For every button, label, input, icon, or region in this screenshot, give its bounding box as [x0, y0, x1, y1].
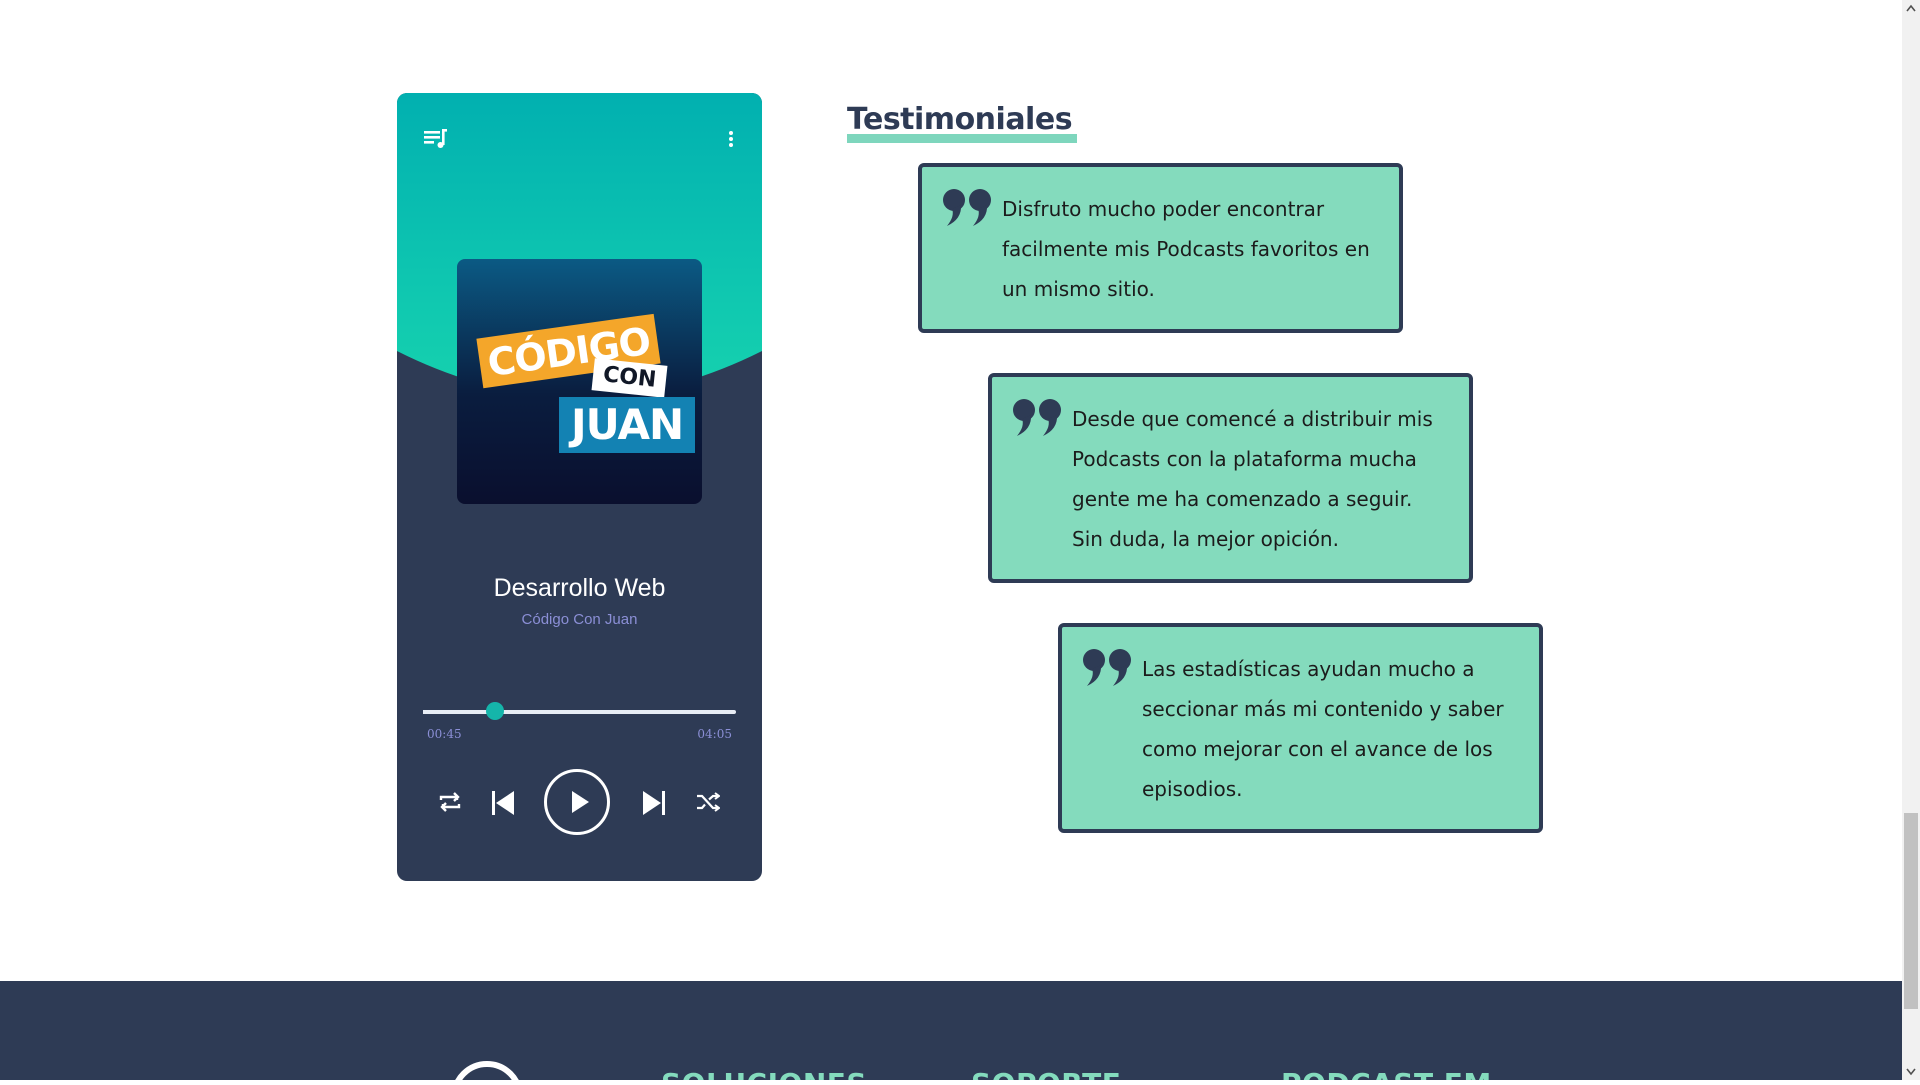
quote-icon [1083, 649, 1131, 686]
scrollbar-thumb[interactable] [1904, 813, 1918, 1009]
progress-bar[interactable] [423, 702, 736, 720]
scroll-down-arrow-icon[interactable] [1902, 1063, 1920, 1080]
podcast-player-mockup: CÓDIGO CON JUAN Desarrollo Web Código Co… [397, 93, 762, 881]
testimonial-text: Desde que comencé a distribuir mis Podca… [1072, 407, 1433, 551]
shuffle-icon[interactable] [696, 792, 721, 812]
vertical-scrollbar[interactable] [1902, 0, 1920, 1080]
page: CÓDIGO CON JUAN Desarrollo Web Código Co… [0, 0, 1902, 1080]
current-time: 00:45 [427, 727, 462, 741]
album-cover: CÓDIGO CON JUAN [457, 259, 702, 504]
cover-logo-word-con: CON [591, 358, 668, 398]
skip-previous-icon[interactable] [491, 790, 515, 816]
cover-logo-word-juan: JUAN [559, 397, 696, 453]
play-icon [572, 791, 589, 813]
track-title: Desarrollo Web [493, 574, 666, 602]
play-button[interactable] [544, 769, 610, 835]
footer-heading-soporte: SOPORTE [971, 1067, 1121, 1080]
footer: SOLUCIONES SOPORTE PODCAST FM [0, 981, 1902, 1080]
quote-icon [943, 189, 991, 226]
progress-thumb[interactable] [485, 702, 504, 720]
testimonial-card: Desde que comencé a distribuir mis Podca… [988, 373, 1473, 583]
total-time: 04:05 [697, 727, 732, 741]
quote-icon [1013, 399, 1061, 436]
section-title: Testimoniales [847, 102, 1073, 137]
track-artist: Código Con Juan [521, 611, 638, 628]
testimonial-card: Disfruto mucho poder encontrar facilment… [918, 163, 1403, 333]
footer-heading-podcast-fm: PODCAST FM [1281, 1067, 1492, 1080]
progress-fill [423, 710, 495, 714]
testimonial-text: Las estadísticas ayudan mucho a secciona… [1142, 657, 1504, 801]
playlist-icon[interactable] [423, 127, 449, 151]
repeat-icon[interactable] [437, 791, 463, 813]
more-vertical-icon[interactable] [725, 127, 737, 151]
scroll-up-arrow-icon[interactable] [1902, 0, 1920, 17]
testimonial-text: Disfruto mucho poder encontrar facilment… [1002, 197, 1370, 301]
testimonial-card: Las estadísticas ayudan mucho a secciona… [1058, 623, 1543, 833]
footer-logo[interactable] [451, 1061, 523, 1080]
skip-next-icon[interactable] [642, 790, 666, 816]
footer-heading-soluciones: SOLUCIONES [661, 1067, 867, 1080]
